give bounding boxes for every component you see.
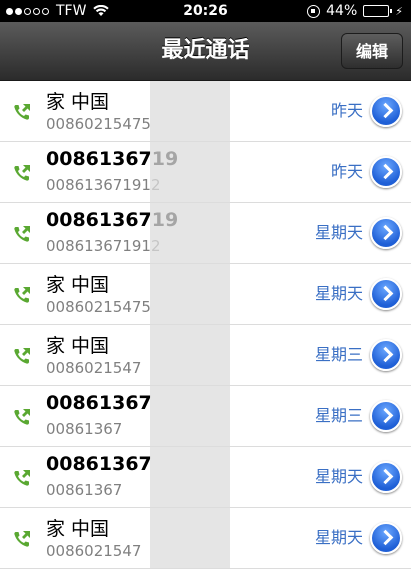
caller-name: 家 中国: [46, 335, 110, 357]
caller-name: 家 中国: [46, 518, 110, 540]
caller-number: 008613671912: [46, 176, 161, 194]
outgoing-call-icon: [14, 287, 30, 303]
redaction-overlay: [150, 81, 230, 568]
detail-disclosure-button[interactable]: [370, 278, 402, 310]
caller-name: 家 中国: [46, 91, 110, 113]
detail-disclosure-button[interactable]: [370, 156, 402, 188]
nav-bar: 最近通话 编辑: [0, 22, 411, 81]
status-right: 44% ⚡: [307, 0, 403, 22]
outgoing-call-icon: [14, 409, 30, 425]
call-day: 星期三: [314, 345, 363, 364]
battery-percent: 44%: [326, 3, 358, 19]
caller-number: 0086021547: [46, 542, 142, 560]
charging-icon: ⚡: [395, 4, 403, 18]
detail-disclosure-button[interactable]: [370, 339, 402, 371]
caller-number: 00861367: [46, 481, 123, 499]
caller-name: 家 中国: [46, 274, 110, 296]
call-day: 星期天: [314, 467, 363, 486]
call-day: 星期天: [314, 223, 363, 242]
call-day: 星期三: [314, 406, 363, 425]
call-day: 昨天: [330, 162, 363, 181]
status-bar: TFW 20:26 44% ⚡: [0, 0, 411, 22]
caller-number: 00860215475: [46, 115, 151, 133]
detail-disclosure-button[interactable]: [370, 95, 402, 127]
caller-number: 008613671912: [46, 237, 161, 255]
call-day: 昨天: [330, 101, 363, 120]
detail-disclosure-button[interactable]: [370, 522, 402, 554]
outgoing-call-icon: [14, 165, 30, 181]
caller-number: 00861367: [46, 420, 123, 438]
edit-button[interactable]: 编辑: [341, 33, 403, 69]
outgoing-call-icon: [14, 348, 30, 364]
detail-disclosure-button[interactable]: [370, 461, 402, 493]
detail-disclosure-button[interactable]: [370, 217, 402, 249]
outgoing-call-icon: [14, 226, 30, 242]
call-day: 星期天: [314, 284, 363, 303]
outgoing-call-icon: [14, 104, 30, 120]
caller-number: 0086021547: [46, 359, 142, 377]
outgoing-call-icon: [14, 531, 30, 547]
battery-icon: [363, 5, 393, 17]
caller-number: 00860215475: [46, 298, 151, 316]
rotation-lock-icon: [307, 4, 321, 18]
caller-name: 00861367: [46, 392, 152, 414]
caller-name: 00861367: [46, 453, 152, 475]
outgoing-call-icon: [14, 470, 30, 486]
detail-disclosure-button[interactable]: [370, 400, 402, 432]
call-day: 星期天: [314, 528, 363, 547]
